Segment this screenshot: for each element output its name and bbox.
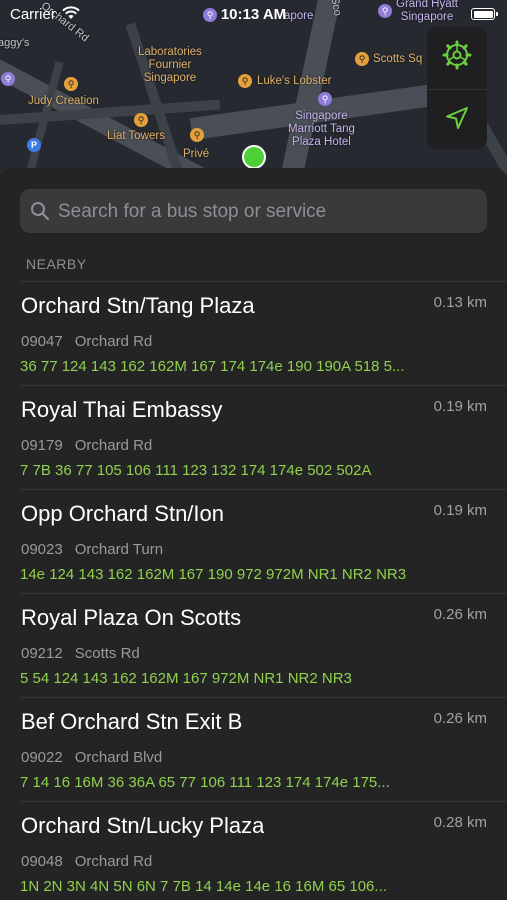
gear-icon	[442, 40, 472, 75]
user-location-dot	[242, 145, 266, 169]
stop-code: 09047	[21, 333, 63, 350]
stop-road: Orchard Blvd	[74, 749, 163, 766]
location-arrow-icon	[444, 105, 470, 136]
poi-icon: ⚲	[134, 113, 148, 127]
stop-meta: 09048 Orchard Rd	[21, 853, 152, 870]
map-controls	[427, 27, 487, 149]
stop-name: Royal Plaza On Scotts	[21, 605, 242, 630]
poi-icon: ⚲	[64, 77, 78, 91]
stop-distance: 0.28 km	[433, 814, 487, 831]
map-label: Privé	[183, 148, 210, 160]
stop-meta: 09047 Orchard Rd	[21, 333, 152, 350]
stop-name: Opp Orchard Stn/Ion	[21, 501, 224, 526]
search-input[interactable]	[56, 189, 480, 235]
battery-icon	[471, 8, 498, 20]
map-label: aggy's	[0, 37, 30, 49]
stop-road: Orchard Turn	[74, 541, 164, 558]
stop-services: 7 7B 36 77 105 106 111 123 132 174 174e …	[20, 462, 372, 479]
map-label: Scotts Sq	[373, 53, 423, 65]
stop-code: 09212	[21, 645, 63, 662]
stop-distance: 0.13 km	[433, 294, 487, 311]
stop-road: Orchard Rd	[74, 437, 153, 454]
bottom-sheet: NEARBY Orchard Stn/Tang Plaza 0.13 km 09…	[0, 168, 507, 900]
stop-road: Scotts Rd	[74, 645, 140, 662]
map-label: Liat Towers	[107, 130, 165, 142]
stop-distance: 0.19 km	[433, 398, 487, 415]
map-label: Singapore Marriott Tang Plaza Hotel	[288, 110, 355, 148]
stop-meta: 09179 Orchard Rd	[21, 437, 152, 454]
poi-icon: ⚲	[190, 128, 204, 142]
stop-distance: 0.26 km	[433, 606, 487, 623]
stop-code: 09048	[21, 853, 63, 870]
stop-distance: 0.26 km	[433, 710, 487, 727]
locate-me-button[interactable]	[427, 89, 487, 150]
stop-row[interactable]: Bef Orchard Stn Exit B 0.26 km 09022 Orch…	[20, 697, 507, 801]
stop-services: 1N 2N 3N 4N 5N 6N 7 7B 14 14e 14e 16 16M…	[20, 878, 387, 895]
poi-icon: ⚲	[318, 92, 332, 106]
stop-services: 14e 124 143 162 162M 167 190 972 972M NR…	[20, 566, 407, 583]
stop-services: 7 14 16 16M 36 36A 65 77 106 111 123 174…	[20, 774, 390, 791]
section-header-nearby: NEARBY	[26, 256, 87, 272]
stop-row[interactable]: Opp Orchard Stn/Ion 0.19 km 09023 Orchard…	[20, 489, 507, 593]
poi-icon: ⚲	[1, 72, 15, 86]
nearby-stops-list: Orchard Stn/Tang Plaza 0.13 km 09047 Orch…	[0, 281, 507, 900]
search-icon	[30, 201, 50, 226]
stop-meta: 09022 Orchard Blvd	[21, 749, 162, 766]
map-label: Luke's Lobster	[257, 75, 332, 87]
stop-name: Orchard Stn/Tang Plaza	[21, 293, 255, 318]
stop-row[interactable]: Royal Thai Embassy 0.19 km 09179 Orchard …	[20, 385, 507, 489]
search-bar[interactable]	[20, 189, 487, 235]
stop-meta: 09212 Scotts Rd	[21, 645, 140, 662]
settings-button[interactable]	[427, 27, 487, 87]
poi-icon: ⚲	[238, 74, 252, 88]
stop-meta: 09023 Orchard Turn	[21, 541, 163, 558]
stop-row[interactable]: Orchard Stn/Tang Plaza 0.13 km 09047 Orch…	[20, 281, 507, 385]
map-view[interactable]: aggy's Orchard Rd Laboratories Fournier …	[0, 0, 507, 175]
stop-code: 09022	[21, 749, 63, 766]
stop-services: 5 54 124 143 162 162M 167 972M NR1 NR2 N…	[20, 670, 352, 687]
stop-road: Orchard Rd	[74, 853, 153, 870]
stop-row[interactable]: Orchard Stn/Lucky Plaza 0.28 km 09048 Orc…	[20, 801, 507, 900]
stop-row[interactable]: Royal Plaza On Scotts 0.26 km 09212 Scott…	[20, 593, 507, 697]
stop-services: 36 77 124 143 162 162M 167 174 174e 190 …	[20, 358, 405, 375]
parking-icon: P	[27, 138, 41, 152]
stop-name: Orchard Stn/Lucky Plaza	[21, 813, 265, 838]
stop-distance: 0.19 km	[433, 502, 487, 519]
map-label: Judy Creation	[28, 95, 99, 107]
poi-icon: ⚲	[355, 52, 369, 66]
map-label: Laboratories Fournier Singapore	[138, 46, 202, 84]
stop-name: Bef Orchard Stn Exit B	[21, 709, 243, 734]
status-bar: Carrier 10:13 AM	[0, 0, 507, 28]
stop-code: 09179	[21, 437, 63, 454]
clock: 10:13 AM	[220, 6, 287, 23]
stop-code: 09023	[21, 541, 63, 558]
stop-name: Royal Thai Embassy	[21, 397, 223, 422]
stop-road: Orchard Rd	[74, 333, 153, 350]
